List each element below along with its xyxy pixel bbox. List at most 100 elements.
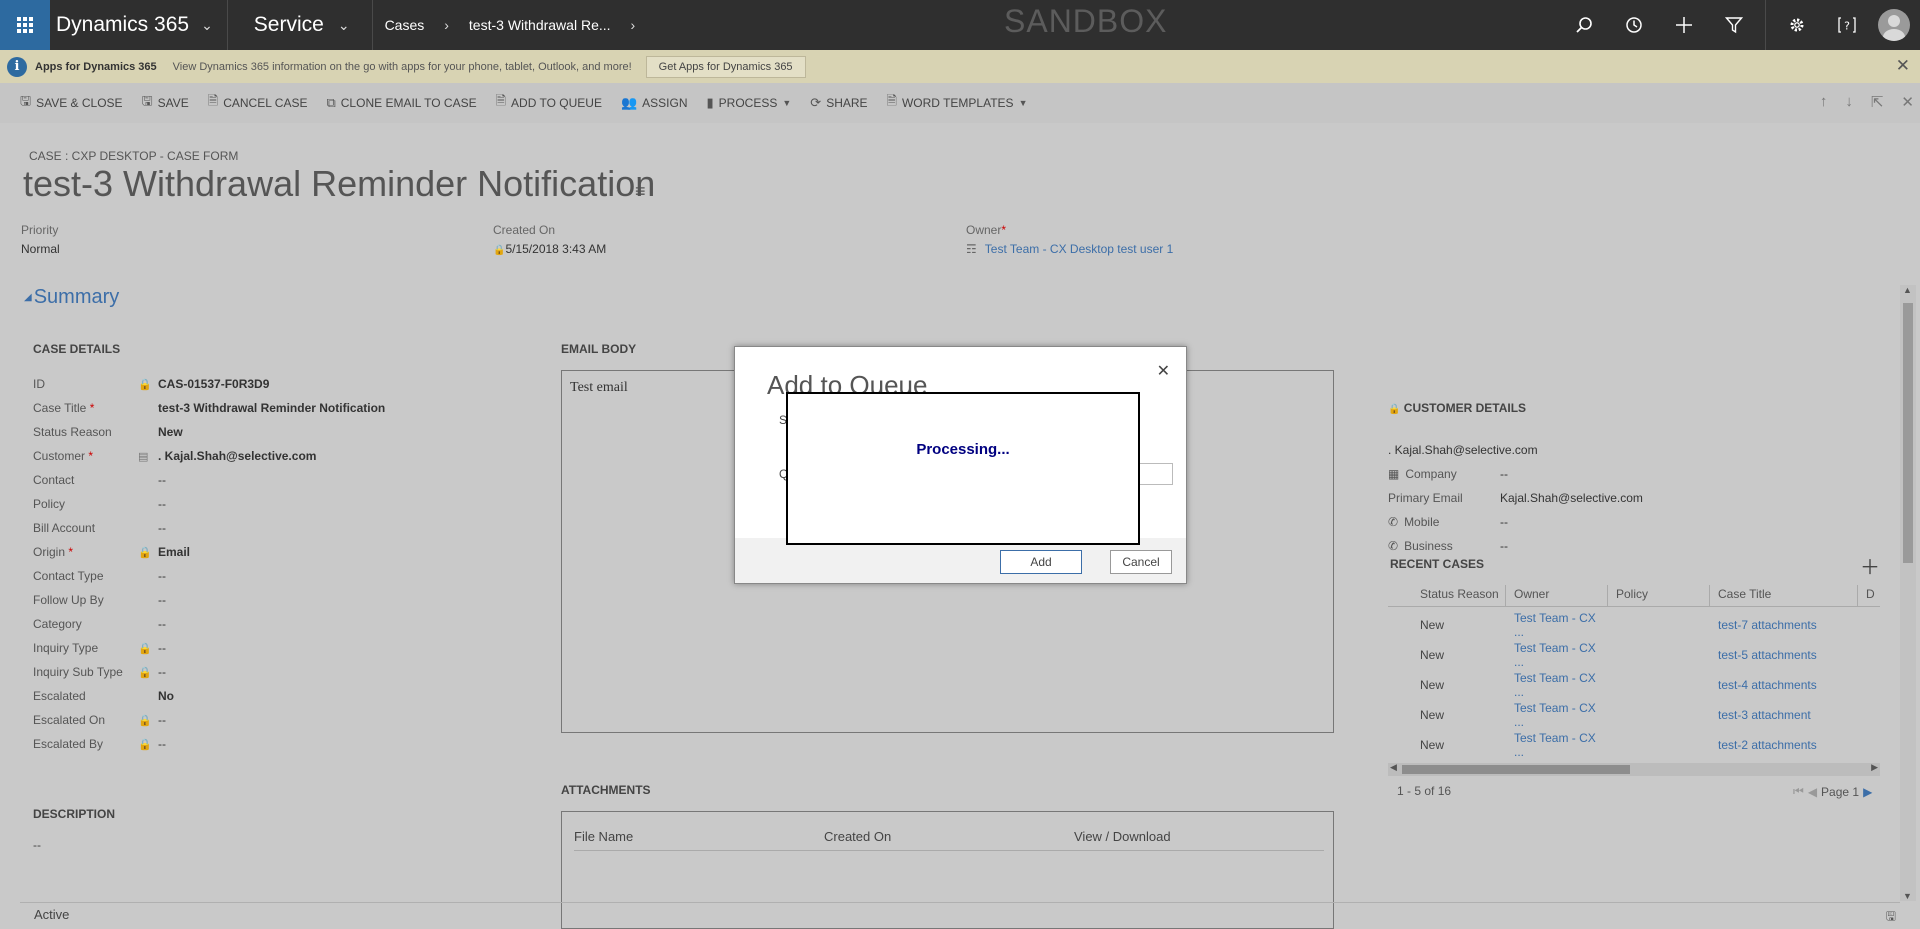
table-row[interactable]: New Test Team - CX ... test-3 attachment [1388,700,1880,730]
scroll-down-icon[interactable]: ▼ [1903,891,1912,901]
owner-link[interactable]: Test Team - CX ... [1506,641,1608,669]
customer-link[interactable]: . Kajal.Shah@selective.com [158,449,316,463]
save-button[interactable]: 🖫 SAVE [142,92,189,114]
field-value[interactable]: test-3 Withdrawal Reminder Notification [158,401,385,415]
cmd-label: SAVE & CLOSE [36,96,123,110]
description-value[interactable]: -- [33,838,41,852]
gear-icon[interactable] [1772,0,1822,50]
plus-icon[interactable] [1659,0,1709,50]
scroll-thumb[interactable] [1903,303,1913,563]
cancel-button[interactable]: Cancel [1110,550,1172,574]
table-row[interactable]: New Test Team - CX ... test-7 attachments [1388,610,1880,640]
arrow-down-icon[interactable]: ↓ [1845,93,1853,111]
popout-icon[interactable]: ⇱ [1871,93,1884,111]
horizontal-scrollbar[interactable]: ◀ ▶ [1388,762,1880,776]
column-header[interactable]: File Name [574,829,824,844]
app-launcher-button[interactable] [0,0,50,50]
assign-button[interactable]: 👥 ASSIGN [621,95,688,111]
cancel-case-button[interactable]: 🗎 CANCEL CASE [208,92,308,114]
command-bar: 🖫 SAVE & CLOSE 🖫 SAVE 🗎 CANCEL CASE ⧉ CLONE … [0,83,1920,123]
field-value[interactable]: -- [158,497,166,511]
owner-link[interactable]: Test Team - CX Desktop test user 1 [985,242,1174,256]
field-value[interactable]: -- [158,593,166,607]
field-value[interactable]: -- [158,521,166,535]
form-menu-icon[interactable]: ≡ [635,181,646,202]
priority-value[interactable]: Normal [21,242,60,256]
field-value[interactable]: -- [158,617,166,631]
close-icon[interactable]: ✕ [1896,56,1910,76]
process-button[interactable]: ▮ PROCESS ▼ [707,95,792,111]
brand-menu[interactable]: Dynamics 365 ⌄ [50,0,227,50]
summary-tab[interactable]: ◢ Summary [24,286,119,309]
field-label: Contact [33,473,75,487]
building-icon: ▦ [1388,467,1400,481]
scroll-left-icon[interactable]: ◀ [1390,762,1397,773]
arrow-up-icon[interactable]: ↑ [1820,93,1828,111]
table-row[interactable]: New Test Team - CX ... test-2 attachments [1388,730,1880,760]
environment-label: SANDBOX [1004,3,1168,39]
chevron-right-icon[interactable]: › [631,17,636,33]
search-icon[interactable] [1559,0,1609,50]
save-icon[interactable]: 🖫 [1886,907,1896,928]
owner-link[interactable]: Test Team - CX ... [1506,701,1608,729]
column-header[interactable]: Created On [824,829,1074,844]
scroll-thumb[interactable] [1402,765,1630,774]
field-value: Email [158,545,191,559]
owner-link[interactable]: Test Team - CX ... [1506,671,1608,699]
owner-link[interactable]: Test Team - CX ... [1506,611,1608,639]
add-icon[interactable]: ＋ [1860,551,1880,580]
case-title-link[interactable]: test-4 attachments [1710,678,1858,692]
customer-name-link[interactable]: . Kajal.Shah@selective.com [1388,443,1538,457]
first-page-icon[interactable]: ⏮ [1793,784,1804,799]
breadcrumb-cases[interactable]: Cases [385,17,425,33]
add-button[interactable]: Add [1000,550,1082,574]
field-row: Status Reason New [33,420,473,444]
close-icon[interactable]: ✕ [1901,93,1914,111]
scroll-right-icon[interactable]: ▶ [1871,762,1878,773]
column-header[interactable]: Owner [1506,585,1608,606]
vertical-scrollbar[interactable]: ▲ ▼ [1900,285,1916,901]
column-header[interactable]: D [1858,585,1880,606]
column-header[interactable]: Case Title [1710,585,1858,606]
close-icon[interactable]: ✕ [1157,361,1170,381]
case-title-link[interactable]: test-7 attachments [1710,618,1858,632]
owner-link[interactable]: Test Team - CX ... [1506,731,1608,759]
field-row: Case Title * test-3 Withdrawal Reminder N… [33,396,473,420]
field-value: -- [158,641,166,655]
field-value[interactable]: New [158,425,183,439]
field-row: Category -- [33,612,473,636]
breadcrumb-record[interactable]: test-3 Withdrawal Re... [469,17,611,33]
prev-page-icon[interactable]: ◀ [1808,785,1817,799]
history-icon[interactable] [1609,0,1659,50]
save-icon: 🖫 [141,93,153,108]
add-to-queue-button[interactable]: 🗎 ADD TO QUEUE [496,92,602,114]
customer-heading-text: CUSTOMER DETAILS [1403,401,1527,415]
table-row[interactable]: New Test Team - CX ... test-4 attachments [1388,670,1880,700]
scroll-up-icon[interactable]: ▲ [1903,285,1912,295]
column-header[interactable]: Status Reason [1388,585,1506,606]
save-close-button[interactable]: 🖫 SAVE & CLOSE [20,92,123,114]
share-button[interactable]: ⟳ SHARE [810,95,867,111]
avatar[interactable] [1878,9,1910,41]
collapse-icon: ◢ [24,292,32,303]
page-label: Page 1 [1821,784,1860,799]
attachments-heading: ATTACHMENTS [561,783,651,797]
get-apps-button[interactable]: Get Apps for Dynamics 365 [645,55,806,78]
clone-email-button[interactable]: ⧉ CLONE EMAIL TO CASE [326,95,476,111]
case-title-link[interactable]: test-5 attachments [1710,648,1858,662]
table-row[interactable]: New Test Team - CX ... test-5 attachments [1388,640,1880,670]
column-header[interactable]: Policy [1608,585,1710,606]
case-title-link[interactable]: test-2 attachments [1710,738,1858,752]
word-templates-button[interactable]: 🗎 WORD TEMPLATES ▼ [887,92,1028,114]
case-title-link[interactable]: test-3 attachment [1710,708,1858,722]
field-value[interactable]: -- [158,473,166,487]
next-page-icon[interactable]: ▶ [1863,785,1872,799]
app-menu[interactable]: Service ⌄ [228,0,372,50]
field-value[interactable]: -- [158,569,166,583]
help-icon[interactable]: ? [1822,0,1872,50]
column-header[interactable]: View / Download [1074,829,1324,844]
attachments-grid-header: File Name Created On View / Download [574,829,1324,851]
field-value[interactable]: No [158,689,174,703]
filter-icon[interactable] [1709,0,1759,50]
form-selector[interactable]: CASE : CXP DESKTOP - CASE FORM [29,149,238,163]
